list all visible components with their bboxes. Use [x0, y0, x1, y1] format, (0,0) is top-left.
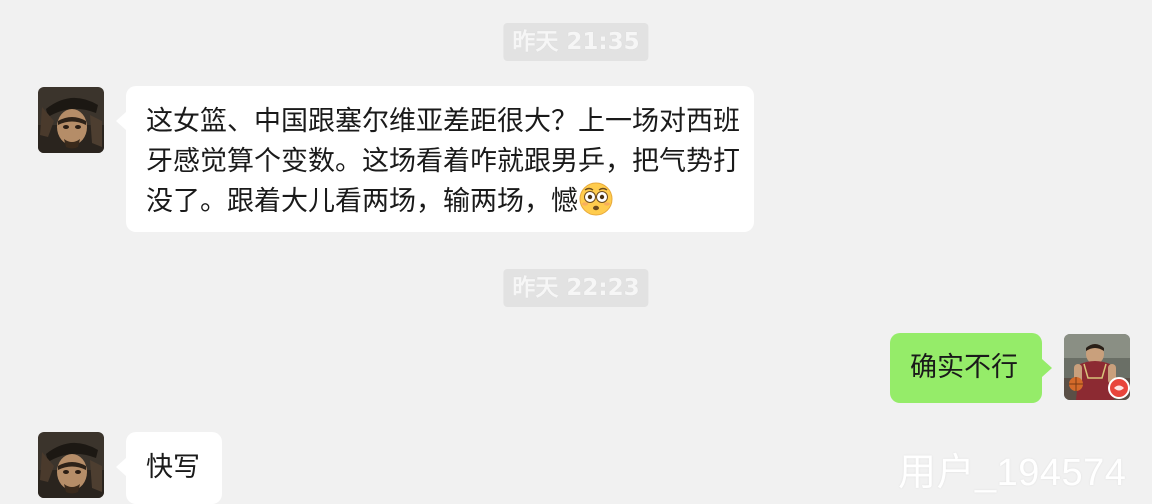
pirate-avatar-icon [38, 87, 104, 153]
self-avatar[interactable] [1064, 334, 1130, 400]
message-bubble[interactable]: 这女篮、中国跟塞尔维亚差距很大？上一场对西班牙感觉算个变数。这场看着咋就跟男乒，… [116, 86, 754, 232]
message-text: 这女篮、中国跟塞尔维亚差距很大？上一场对西班牙感觉算个变数。这场看着咋就跟男乒，… [146, 106, 740, 217]
pirate-avatar-icon [38, 432, 104, 498]
message-text: 确实不行 [910, 352, 1018, 383]
timestamp: 昨天 21:35 [503, 23, 649, 61]
flushed-face-icon [579, 182, 613, 216]
contact-avatar[interactable] [38, 87, 104, 153]
timestamp: 昨天 22:23 [503, 269, 649, 307]
chat-window: 昨天 21:35 这女篮、中国跟塞尔维亚差距很大？上一场对西班牙感觉算个变数。这… [0, 0, 1152, 504]
message-bubble[interactable]: 快写 [116, 432, 222, 504]
contact-avatar[interactable] [38, 432, 104, 498]
message-bubble[interactable]: 确实不行 [890, 333, 1052, 403]
basketball-player-avatar-icon [1064, 334, 1130, 400]
message-text: 快写 [146, 452, 200, 483]
watermark: 用户_194574 [898, 452, 1127, 494]
